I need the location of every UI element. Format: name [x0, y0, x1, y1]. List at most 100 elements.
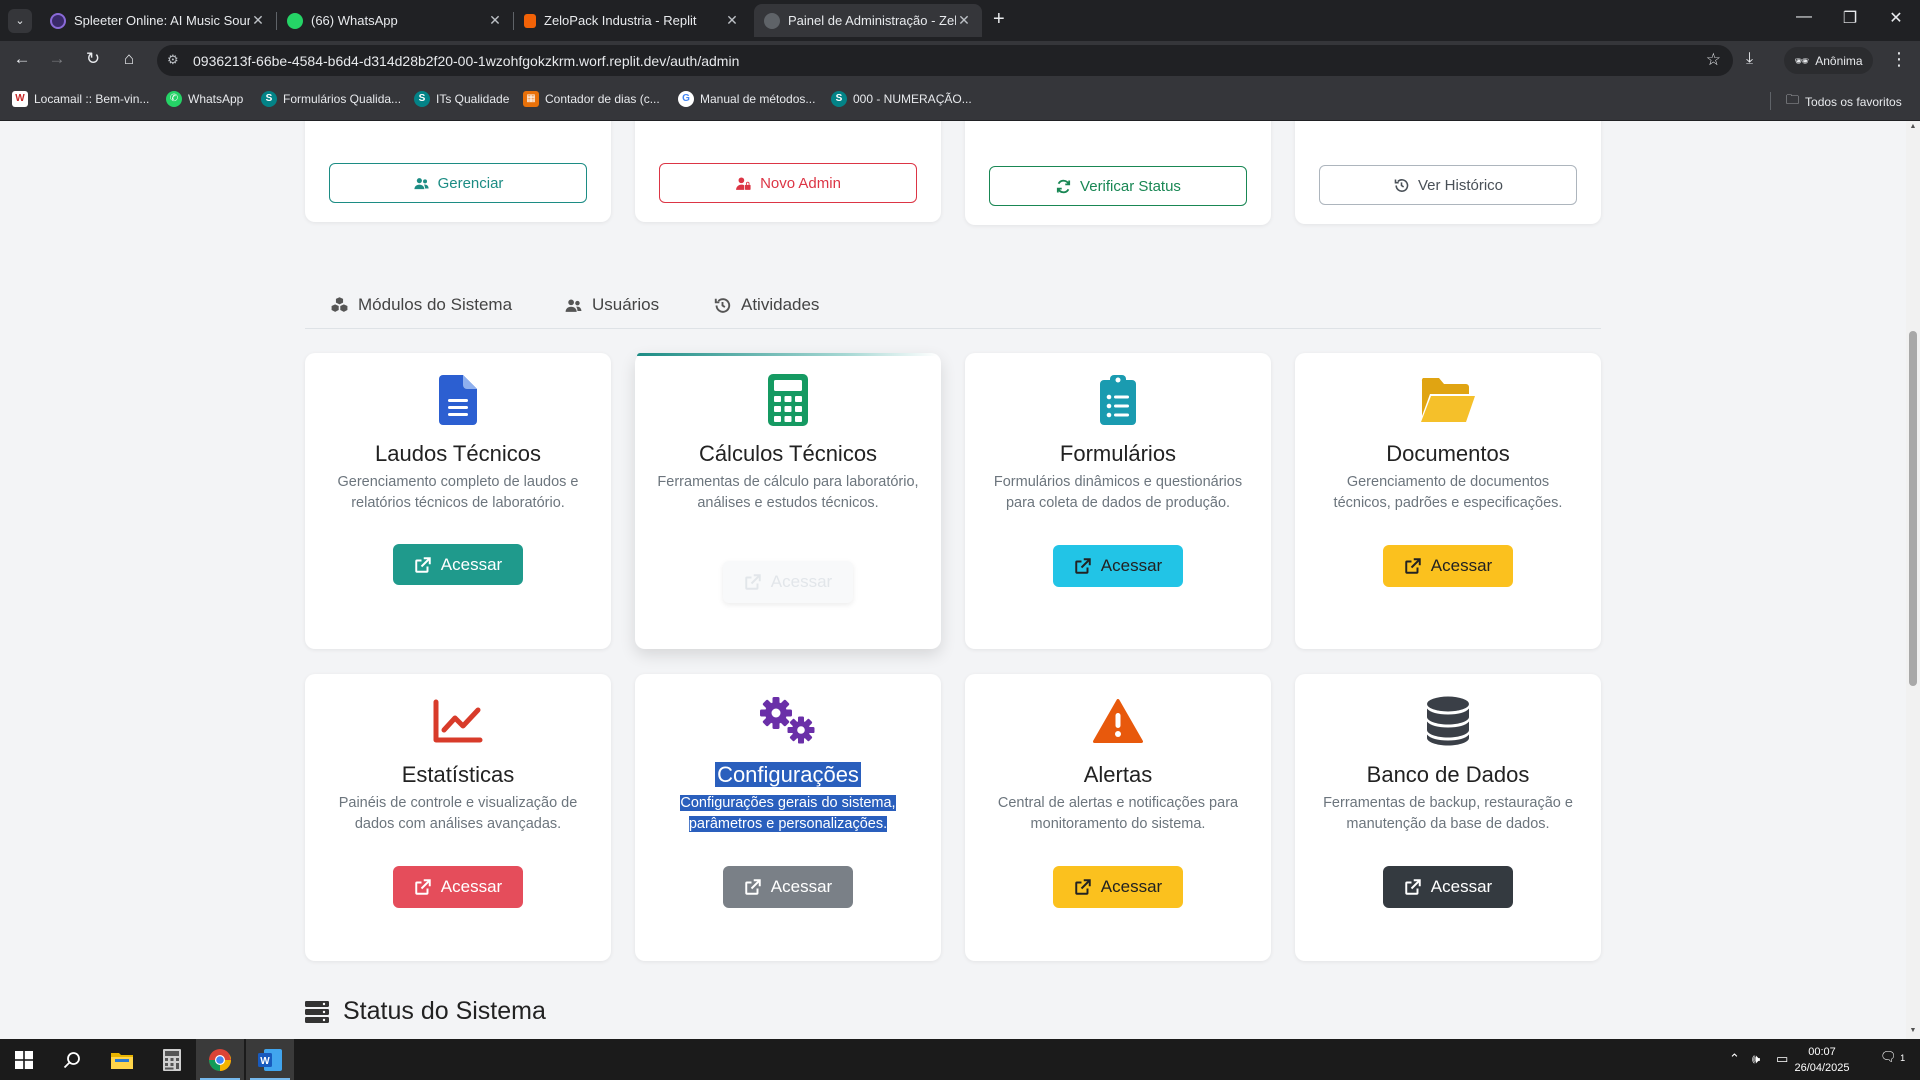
url-text[interactable]: 0936213f-66be-4584-b6d4-d314d28b2f20-00-…	[193, 53, 739, 69]
access-estatisticas-button[interactable]: Acessar	[393, 866, 523, 908]
external-link-icon	[745, 879, 761, 895]
clock-time: 00:07	[1808, 1046, 1836, 1058]
whatsapp-favicon-icon	[287, 12, 303, 29]
bookmark-item[interactable]: S ITs Qualidade	[414, 91, 509, 107]
module-description: Ferramentas de backup, restauração e man…	[1323, 795, 1573, 832]
download-icon[interactable]: ⤓	[1746, 50, 1753, 68]
server-icon	[305, 1000, 329, 1023]
new-tab-button[interactable]: +	[993, 8, 1005, 31]
tab-title: Painel de Administração - Zelop	[788, 13, 956, 28]
access-alertas-button[interactable]: Acessar	[1053, 866, 1183, 908]
bookmarks-bar: W Locamail :: Bem-vin... ✆ WhatsApp S Fo…	[0, 80, 1920, 121]
tab-label: Usuários	[592, 295, 660, 314]
module-description: Gerenciamento completo de laudos e relat…	[337, 474, 579, 511]
access-banco-dados-button[interactable]: Acessar	[1383, 866, 1513, 908]
scroll-down-icon[interactable]: ▼	[1909, 1027, 1917, 1034]
bookmark-star-icon[interactable]: ☆	[1706, 50, 1721, 70]
word-app-button[interactable]: W	[246, 1039, 294, 1080]
page-scrollbar[interactable]: ▲ ▼	[1906, 121, 1920, 1039]
access-formularios-button[interactable]: Acessar	[1053, 545, 1183, 587]
new-admin-button[interactable]: Novo Admin	[659, 163, 917, 203]
back-icon[interactable]: ←	[10, 49, 34, 69]
notifications-button[interactable]: 🗨 1	[1880, 1049, 1905, 1065]
search-button[interactable]	[48, 1039, 96, 1080]
access-calculos-button[interactable]: Acessar	[723, 561, 853, 603]
minimize-window-icon[interactable]: —	[1789, 8, 1819, 26]
reload-icon[interactable]: ↻	[81, 49, 105, 69]
close-tab-icon[interactable]: ✕	[956, 12, 972, 29]
bookmark-label: WhatsApp	[188, 92, 244, 106]
section-title: Status do Sistema	[343, 997, 546, 1025]
button-label: Acessar	[1100, 556, 1163, 575]
calendar-icon: ▦	[523, 91, 539, 107]
button-label: Acessar	[440, 877, 503, 896]
browser-tab[interactable]: (66) WhatsApp ✕	[277, 4, 513, 37]
module-card-formularios: Formulários Formulários dinâmicos e ques…	[965, 353, 1271, 649]
volume-icon[interactable]: 🕪	[1752, 1051, 1760, 1067]
close-window-icon[interactable]: ✕	[1881, 8, 1911, 28]
home-icon[interactable]: ⌂	[117, 49, 141, 69]
globe-favicon-icon	[764, 12, 780, 29]
sharepoint-icon: S	[831, 91, 847, 107]
incognito-profile-button[interactable]: 🕶 Anônima	[1784, 47, 1873, 74]
module-title: Formulários	[1059, 441, 1177, 466]
module-description: Painéis de controle e visualização de da…	[338, 795, 578, 832]
close-tab-icon[interactable]: ✕	[724, 12, 740, 29]
all-bookmarks-folder[interactable]: 🗀 Todos os favoritos	[1786, 91, 1902, 113]
scrollbar-thumb[interactable]	[1909, 331, 1917, 686]
browser-tab[interactable]: ZeloPack Industria - Replit ✕	[514, 4, 750, 37]
database-icon	[1295, 694, 1601, 748]
browser-tab[interactable]: Spleeter Online: AI Music Sourc ✕	[40, 4, 276, 37]
clock-date: 26/04/2025	[1794, 1062, 1850, 1074]
scroll-up-icon[interactable]: ▲	[1909, 123, 1917, 130]
access-documentos-button[interactable]: Acessar	[1383, 545, 1513, 587]
access-configuracoes-button[interactable]: Acessar	[723, 866, 853, 908]
button-label: Verificar Status	[1080, 177, 1181, 195]
address-bar[interactable]: ⚙ 0936213f-66be-4584-b6d4-d314d28b2f20-0…	[157, 45, 1733, 76]
system-status-heading: Status do Sistema	[305, 997, 546, 1026]
module-title: Alertas	[1083, 762, 1153, 787]
folder-open-icon	[1295, 373, 1601, 427]
bookmark-item[interactable]: ✆ WhatsApp	[166, 91, 243, 107]
cogs-icon	[635, 694, 941, 748]
external-link-icon	[1075, 879, 1091, 895]
start-button[interactable]	[0, 1039, 48, 1080]
verify-status-button[interactable]: Verificar Status	[989, 166, 1247, 206]
manage-users-button[interactable]: Gerenciar	[329, 163, 587, 203]
external-link-icon	[1405, 558, 1421, 574]
browser-menu-icon[interactable]: ⋮	[1890, 49, 1908, 70]
browser-tab-active[interactable]: Painel de Administração - Zelop ✕	[754, 4, 982, 37]
tab-title: ZeloPack Industria - Replit	[544, 13, 697, 28]
word-icon: W	[258, 1048, 282, 1071]
module-card-calculos: Cálculos Técnicos Ferramentas de cálculo…	[635, 353, 941, 649]
whatsapp-icon: ✆	[166, 91, 182, 107]
close-tab-icon[interactable]: ✕	[250, 12, 266, 29]
bookmark-item[interactable]: W Locamail :: Bem-vin...	[12, 91, 149, 107]
forward-icon[interactable]: →	[45, 49, 69, 69]
tab-activities[interactable]: Atividades	[713, 281, 819, 329]
description-line: parâmetros e personalizações.	[688, 816, 888, 832]
tab-label: Módulos do Sistema	[358, 295, 513, 314]
show-hidden-icons-button[interactable]: ⌃	[1729, 1051, 1740, 1067]
site-info-icon[interactable]: ⚙	[167, 52, 179, 68]
chart-line-icon	[305, 694, 611, 748]
tab-system-modules[interactable]: Módulos do Sistema	[330, 281, 512, 329]
system-clock[interactable]: 00:07 26/04/2025	[1790, 1044, 1854, 1076]
module-card-estatisticas: Estatísticas Painéis de controle e visua…	[305, 674, 611, 961]
chrome-app-button[interactable]	[196, 1039, 244, 1080]
view-history-button[interactable]: Ver Histórico	[1319, 165, 1577, 205]
bookmark-item[interactable]: S Formulários Qualida...	[261, 91, 401, 107]
bookmark-item[interactable]: ▦ Contador de dias (c...	[523, 91, 660, 107]
external-link-icon	[415, 879, 431, 895]
calculator-app-button[interactable]	[148, 1039, 196, 1080]
file-explorer-button[interactable]	[98, 1039, 146, 1080]
bookmark-item[interactable]: S 000 - NUMERAÇÃO...	[831, 91, 972, 107]
tab-search-button[interactable]: ⌄	[8, 9, 32, 33]
access-laudos-button[interactable]: Acessar	[393, 544, 523, 585]
bookmark-label: Manual de métodos...	[700, 92, 816, 106]
bookmark-item[interactable]: G Manual de métodos...	[678, 91, 815, 107]
battery-icon[interactable]: ▭	[1776, 1051, 1788, 1067]
close-tab-icon[interactable]: ✕	[487, 12, 503, 29]
tab-users[interactable]: Usuários	[564, 281, 659, 329]
restore-window-icon[interactable]: ❐	[1835, 8, 1865, 28]
